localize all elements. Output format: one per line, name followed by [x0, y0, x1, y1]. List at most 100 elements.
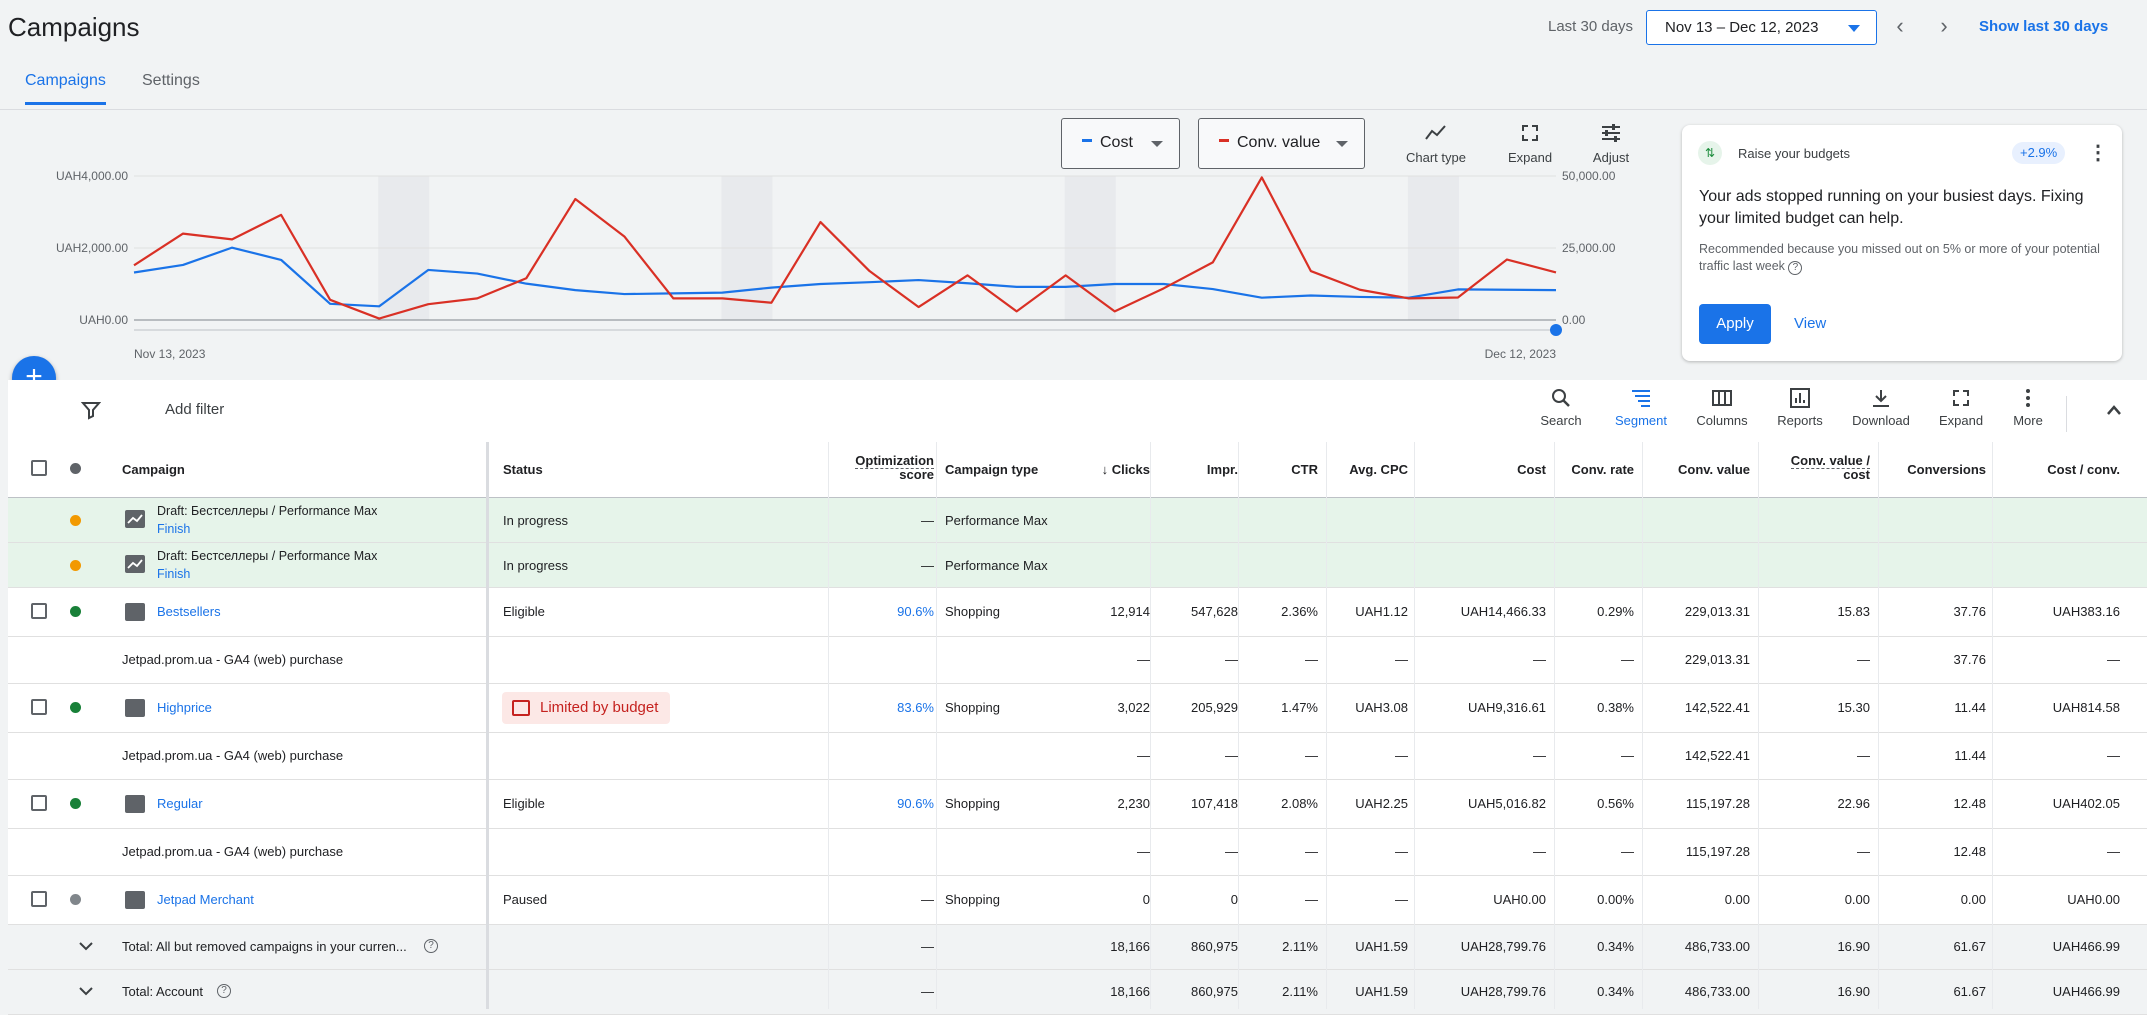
- col-campaign[interactable]: Campaign: [122, 462, 185, 477]
- total-conv-rate: 0.34%: [1597, 939, 1634, 954]
- right-axis-tick: 50,000.00: [1562, 169, 1616, 183]
- conversion-action-name: Jetpad.prom.ua - GA4 (web) purchase: [122, 748, 344, 763]
- col-avg-cpc[interactable]: Avg. CPC: [1328, 462, 1408, 477]
- cell-conversions: 11.44: [1954, 700, 1986, 715]
- adjust-button[interactable]: Adjust: [1583, 122, 1639, 165]
- col-clicks[interactable]: ↓ Clicks: [1058, 462, 1150, 477]
- row-checkbox[interactable]: [31, 891, 47, 907]
- cell-ctr: 2.08%: [1281, 796, 1318, 811]
- draft-status: In progress: [503, 558, 569, 573]
- collapse-icon[interactable]: [2104, 402, 2124, 418]
- chart-expand-button[interactable]: Expand: [1502, 122, 1558, 165]
- column-divider[interactable]: [486, 442, 489, 1009]
- conversion-action-name: Jetpad.prom.ua - GA4 (web) purchase: [122, 652, 344, 667]
- total-label: Total: Account: [122, 984, 203, 999]
- total-conv-value: 486,733.00: [1684, 984, 1750, 999]
- cell-conversions: 12.48: [1953, 796, 1986, 811]
- right-axis-tick: 25,000.00: [1562, 241, 1616, 255]
- row-checkbox[interactable]: [31, 603, 47, 619]
- tab-bar: Campaigns Settings: [0, 60, 2147, 110]
- cell-impr: —: [1225, 652, 1238, 667]
- download-label: Download: [1852, 413, 1910, 428]
- col-cost[interactable]: Cost: [1418, 462, 1546, 477]
- col-conv-rate[interactable]: Conv. rate: [1556, 462, 1634, 477]
- table-expand-button[interactable]: Expand: [1935, 387, 1987, 428]
- draft-row[interactable]: Draft: Бестселлеры / Performance Max Fini…: [8, 498, 2147, 543]
- filter-icon[interactable]: [81, 400, 101, 420]
- budget-arrows-icon: ⇅: [1698, 141, 1722, 165]
- cell-conv-rate: 0.00%: [1597, 892, 1634, 907]
- campaign-name-link[interactable]: Highprice: [157, 700, 212, 715]
- status-header-icon: [70, 463, 81, 474]
- chevron-down-icon[interactable]: [76, 938, 96, 954]
- col-campaign-type[interactable]: Campaign type: [945, 462, 1038, 477]
- cell-impr: —: [1225, 748, 1238, 763]
- enabled-status-icon[interactable]: [70, 606, 81, 617]
- enabled-status-icon[interactable]: [70, 702, 81, 713]
- col-conversions[interactable]: Conversions: [1880, 462, 1986, 477]
- apply-button[interactable]: Apply: [1699, 304, 1771, 344]
- download-button[interactable]: Download: [1848, 387, 1914, 428]
- cell-conv-value: 115,197.28: [1685, 844, 1750, 859]
- columns-button[interactable]: Columns: [1692, 387, 1752, 428]
- total-row: Total: All but removed campaigns in your…: [8, 925, 2147, 970]
- col-conv-value-cost[interactable]: Conv. value / cost: [1760, 454, 1870, 482]
- chevron-down-icon[interactable]: [76, 983, 96, 999]
- chart-type-button[interactable]: Chart type: [1400, 122, 1472, 165]
- row-checkbox[interactable]: [31, 699, 47, 715]
- add-filter-button[interactable]: Add filter: [165, 401, 224, 418]
- cell-clicks: —: [1137, 748, 1150, 763]
- help-icon[interactable]: ?: [1788, 261, 1803, 275]
- help-icon[interactable]: ?: [424, 939, 438, 953]
- col-ctr[interactable]: CTR: [1248, 462, 1318, 477]
- view-link[interactable]: View: [1794, 315, 1826, 332]
- total-clicks: 18,166: [1110, 984, 1150, 999]
- cell-cvc: 22.96: [1837, 796, 1870, 811]
- campaign-row[interactable]: Jetpad Merchant Paused — Shopping 0 0 — — UAH0.0…: [8, 876, 2147, 925]
- col-cost-per-conv[interactable]: Cost / conv.: [1996, 462, 2120, 477]
- previous-period-icon[interactable]: ‹: [1890, 14, 1910, 38]
- more-button[interactable]: More: [2008, 387, 2048, 428]
- segment-button[interactable]: Segment: [1610, 387, 1672, 428]
- draft-name: Draft: Бестселлеры / Performance Max: [157, 549, 378, 563]
- optimization-score[interactable]: 83.6%: [828, 700, 934, 715]
- campaign-row[interactable]: Highprice Limited by budget 83.6% Shopping 3…: [8, 684, 2147, 733]
- campaign-row[interactable]: Bestsellers Eligible 90.6% Shopping 12,914 54…: [8, 588, 2147, 637]
- help-icon[interactable]: ?: [217, 984, 231, 998]
- chart-type-icon: [1425, 125, 1446, 140]
- col-status[interactable]: Status: [503, 462, 543, 477]
- finish-draft-link[interactable]: Finish: [157, 522, 190, 536]
- campaign-row[interactable]: Regular Eligible 90.6% Shopping 2,230 107,418…: [8, 780, 2147, 829]
- campaign-name-link[interactable]: Regular: [157, 796, 203, 811]
- campaign-name-link[interactable]: Bestsellers: [157, 604, 221, 619]
- col-conv-value-label: Conv. value: [1677, 462, 1750, 477]
- draft-row[interactable]: Draft: Бестселлеры / Performance Max Fini…: [8, 543, 2147, 588]
- col-conv-value[interactable]: Conv. value: [1644, 462, 1750, 477]
- table-header: Campaign Status Optimization score Campai…: [8, 442, 2147, 498]
- col-optimization-score[interactable]: Optimization score: [828, 454, 934, 482]
- reports-button[interactable]: Reports: [1774, 387, 1826, 428]
- optimization-score[interactable]: 90.6%: [828, 796, 934, 811]
- col-opt-line2: score: [899, 467, 934, 482]
- row-checkbox[interactable]: [31, 795, 47, 811]
- tab-campaigns[interactable]: Campaigns: [25, 72, 106, 105]
- next-period-icon[interactable]: ›: [1934, 14, 1954, 38]
- shopping-icon: [125, 891, 145, 909]
- col-impr[interactable]: Impr.: [1158, 462, 1238, 477]
- select-all-checkbox[interactable]: [31, 460, 47, 476]
- optimization-score[interactable]: 90.6%: [828, 604, 934, 619]
- cell-conversions: 37.76: [1953, 604, 1986, 619]
- show-last-30-days-link[interactable]: Show last 30 days: [1979, 18, 2108, 35]
- date-range-picker[interactable]: Nov 13 – Dec 12, 2023: [1646, 10, 1877, 45]
- campaign-name-link[interactable]: Jetpad Merchant: [157, 892, 254, 907]
- search-button[interactable]: Search: [1540, 387, 1582, 428]
- more-vert-icon[interactable]: ⋮: [2088, 141, 2108, 165]
- enabled-status-icon[interactable]: [70, 798, 81, 809]
- tab-settings[interactable]: Settings: [142, 72, 200, 102]
- finish-draft-link[interactable]: Finish: [157, 567, 190, 581]
- paused-status-icon[interactable]: [70, 894, 81, 905]
- limited-by-budget-badge[interactable]: Limited by budget: [502, 692, 671, 724]
- cell-ctr: 1.47%: [1281, 700, 1318, 715]
- cell-cpc: —: [1395, 844, 1408, 859]
- total-cpc: UAH1.59: [1355, 939, 1408, 954]
